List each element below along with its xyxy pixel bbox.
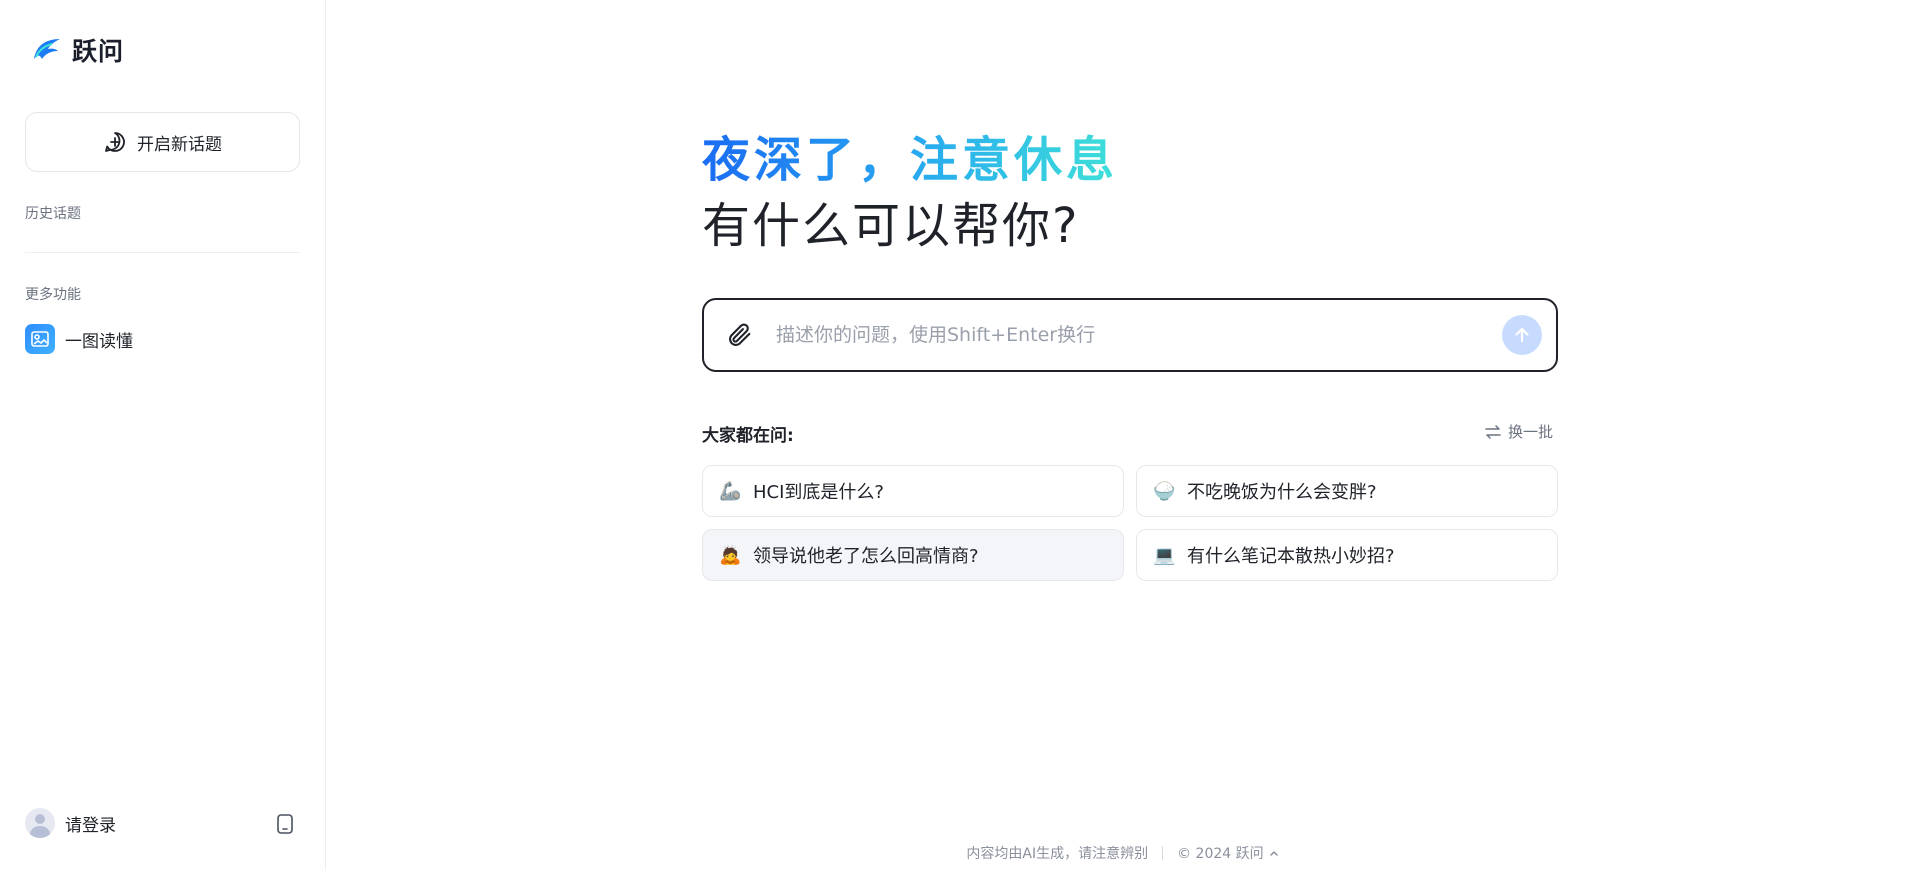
suggestion-item[interactable]: 🍚 不吃晚饭为什么会变胖? (1136, 465, 1558, 517)
paperclip-icon[interactable] (726, 321, 754, 349)
sidebar-divider (25, 252, 300, 253)
suggestion-item[interactable]: 🦾 HCI到底是什么? (702, 465, 1124, 517)
popular-questions-title: 大家都在问: (702, 426, 794, 446)
swap-arrows-icon (1485, 424, 1501, 439)
app-logo[interactable]: 跃问 (30, 32, 124, 68)
help-question: 有什么可以帮你? (702, 198, 1080, 254)
chevron-up-icon (1269, 851, 1278, 856)
refresh-label: 换一批 (1508, 423, 1554, 441)
footer-divider (1162, 846, 1164, 860)
login-label: 请登录 (65, 815, 116, 836)
copyright-text: © 2024 跃问 (1177, 846, 1264, 862)
suggestion-label: 不吃晚饭为什么会变胖? (1187, 482, 1377, 503)
sidebar-item-label: 一图读懂 (65, 331, 133, 352)
suggestion-grid: 🦾 HCI到底是什么? 🍚 不吃晚饭为什么会变胖? 🙇 领导说他老了怎么回高情商… (702, 465, 1558, 581)
laptop-icon: 💻 (1153, 544, 1176, 566)
app-name: 跃问 (72, 37, 125, 66)
new-topic-button[interactable]: 开启新话题 (25, 112, 300, 172)
sidebar-item-image-read[interactable]: 一图读懂 (25, 324, 133, 354)
history-section-label: 历史话题 (25, 206, 81, 222)
mobile-device-icon[interactable] (276, 814, 294, 834)
bowing-person-icon: 🙇 (719, 544, 742, 566)
copyright-toggle[interactable]: © 2024 跃问 (1177, 843, 1280, 863)
chat-input-box (702, 298, 1558, 372)
suggestion-label: 有什么笔记本散热小妙招? (1187, 546, 1395, 567)
dolphin-logo-icon (34, 39, 60, 59)
login-button[interactable]: 请登录 (25, 808, 116, 838)
arm-icon: 🦾 (719, 480, 742, 502)
sidebar: 跃问 开启新话题 历史话题 更多功能 一图读懂 请登录 (0, 0, 326, 870)
rice-bowl-icon: 🍚 (1153, 480, 1176, 502)
arrow-up-icon (1515, 327, 1529, 343)
send-button[interactable] (1502, 315, 1542, 355)
main-area: 夜深了，注意休息 有什么可以帮你? 大家都在问: 换一批 🦾 HCI到底是什么?… (326, 0, 1920, 870)
greeting-title: 夜深了，注意休息 (702, 132, 1119, 188)
image-read-icon (25, 324, 55, 354)
suggestion-item[interactable]: 💻 有什么笔记本散热小妙招? (1136, 529, 1558, 581)
suggestion-label: 领导说他老了怎么回高情商? (753, 546, 979, 567)
more-features-label: 更多功能 (25, 287, 81, 303)
avatar (25, 808, 55, 838)
ai-disclaimer: 内容均由AI生成，请注意辨别 (966, 846, 1149, 862)
footer: 内容均由AI生成，请注意辨别 © 2024 跃问 (326, 843, 1920, 863)
chat-input[interactable] (776, 324, 1502, 346)
suggestion-item[interactable]: 🙇 领导说他老了怎么回高情商? (702, 529, 1124, 581)
plus-chat-icon (105, 132, 125, 152)
refresh-button[interactable]: 换一批 (1484, 421, 1553, 442)
new-topic-label: 开启新话题 (137, 134, 222, 155)
suggestion-label: HCI到底是什么? (753, 482, 884, 503)
